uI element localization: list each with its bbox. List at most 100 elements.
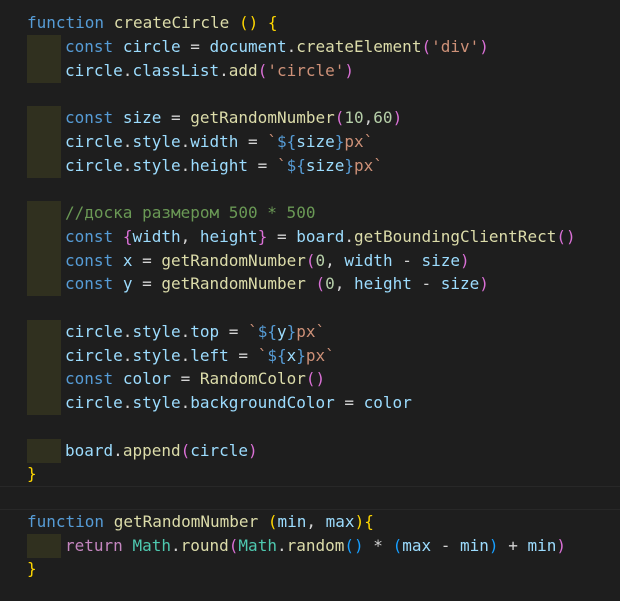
code-token: function (27, 511, 105, 531)
code-token: () (344, 535, 364, 555)
code-text: return Math.round(Math.random() * (max -… (65, 534, 566, 558)
code-token: = (161, 108, 191, 127)
code-line[interactable]: //доска размером 500 * 500 (0, 201, 620, 225)
code-token: min (527, 535, 557, 555)
code-token: , (363, 108, 374, 127)
code-token: ${ (267, 345, 287, 365)
code-token: const (65, 369, 114, 389)
indent-guide (27, 34, 61, 59)
code-token: ) (479, 36, 489, 56)
code-line[interactable]: circle.style.backgroundColor = color (0, 391, 620, 415)
code-token: . (219, 60, 229, 80)
code-token: ` (257, 345, 268, 365)
code-token: random (286, 535, 345, 555)
code-token: ( (392, 535, 403, 555)
code-token: document (209, 36, 287, 56)
code-token: style (132, 393, 181, 412)
code-line[interactable]: const {width, height} = board.getBoundin… (0, 224, 620, 249)
code-line[interactable]: const color = RandomColor() (0, 367, 620, 392)
code-line[interactable]: circle.classList.add('circle') (0, 58, 620, 83)
code-line[interactable] (0, 177, 620, 201)
code-token: const (65, 36, 114, 56)
code-token: . (122, 131, 133, 151)
code-text: const color = RandomColor() (65, 367, 325, 391)
code-token: size (421, 250, 461, 270)
code-token: max (402, 535, 432, 555)
code-line[interactable]: } (0, 462, 620, 486)
code-editor[interactable]: function createCircle () {const circle =… (0, 0, 620, 601)
code-token: color (363, 393, 412, 412)
code-line[interactable]: } (0, 557, 620, 581)
code-token: . (122, 155, 133, 175)
code-token: () (556, 226, 576, 246)
code-line-current[interactable] (0, 486, 620, 510)
code-text: function getRandomNumber (min, max){ (27, 510, 374, 534)
code-token: getRandomNumber (161, 250, 306, 270)
code-token: circle (65, 155, 123, 175)
code-token: circle (65, 393, 123, 412)
code-line[interactable] (0, 296, 620, 320)
code-token: ` (276, 155, 287, 175)
code-token: createElement (296, 36, 422, 56)
code-token: } (286, 321, 297, 341)
code-token: 0 (325, 274, 335, 294)
code-token: min (277, 511, 307, 531)
code-token: = (180, 36, 210, 56)
indent-guide (27, 272, 61, 297)
code-line[interactable]: circle.style.top = `${y}px` (0, 319, 620, 344)
code-token: } (344, 155, 355, 175)
code-token: ( (180, 440, 191, 460)
code-token: = (219, 321, 249, 341)
code-token: size (305, 155, 345, 175)
code-token: append (122, 440, 181, 460)
code-line[interactable]: const size = getRandomNumber(10,60) (0, 106, 620, 130)
code-text: const {width, height} = board.getBoundin… (65, 225, 576, 249)
code-line[interactable]: circle.style.left = `${x}px` (0, 343, 620, 368)
code-token: , (334, 274, 355, 294)
code-token: size (440, 274, 480, 294)
code-token: size (296, 131, 335, 151)
code-line[interactable]: const circle = document.createElement('d… (0, 34, 620, 59)
code-token: ( (421, 36, 432, 56)
code-token: { (364, 511, 374, 531)
code-line[interactable]: function createCircle () { (0, 11, 620, 35)
code-token: ) (488, 535, 499, 555)
code-token: ) (344, 60, 355, 80)
code-token: px` (305, 345, 335, 365)
code-token: Math (238, 535, 277, 555)
code-token: ) (479, 274, 489, 294)
code-token: height (199, 226, 258, 246)
code-token: left (190, 345, 229, 365)
indent-guide (27, 106, 61, 130)
code-token: * (363, 535, 393, 555)
code-token: const (65, 274, 114, 294)
code-token: . (122, 321, 133, 341)
indent-guide (27, 391, 61, 415)
code-token: = (132, 250, 162, 270)
code-line[interactable]: board.append(circle) (0, 438, 620, 463)
code-line[interactable]: const y = getRandomNumber (0, height - s… (0, 272, 620, 297)
code-token: RandomColor (199, 369, 306, 389)
code-token: ` (248, 321, 258, 341)
code-token: style (132, 131, 181, 151)
code-token: add (228, 60, 258, 80)
code-token: x (122, 250, 133, 270)
code-token: , (325, 250, 345, 270)
code-line[interactable]: circle.style.width = `${size}px` (0, 129, 620, 154)
code-token: . (170, 535, 181, 555)
code-line[interactable] (0, 415, 620, 439)
code-text: const circle = document.createElement('d… (65, 35, 489, 59)
code-token: style (132, 155, 181, 175)
code-line[interactable]: const x = getRandomNumber(0, width - siz… (0, 248, 620, 273)
code-line[interactable]: return Math.round(Math.random() * (max -… (0, 533, 620, 558)
code-line[interactable]: function getRandomNumber (min, max){ (0, 510, 620, 534)
code-token: ) (248, 440, 258, 460)
code-line[interactable] (0, 82, 620, 106)
code-token: px` (354, 155, 383, 175)
code-line[interactable]: circle.style.height = `${size}px` (0, 153, 620, 178)
indent-guide (27, 367, 61, 392)
code-token: y (122, 274, 133, 294)
code-token: } (257, 226, 268, 246)
